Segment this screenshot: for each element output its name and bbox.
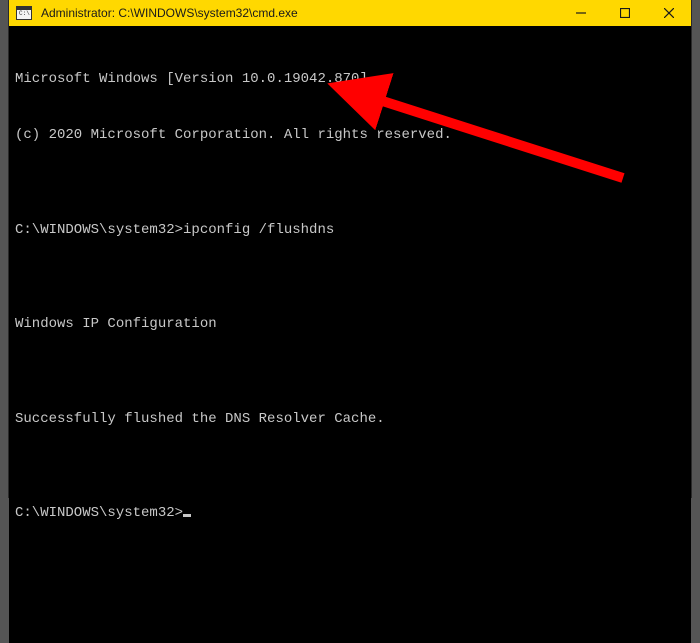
titlebar[interactable]: Administrator: C:\WINDOWS\system32\cmd.e… [9,0,691,26]
terminal-line: (c) 2020 Microsoft Corporation. All righ… [15,126,685,145]
window-title: Administrator: C:\WINDOWS\system32\cmd.e… [39,6,559,20]
titlebar-icon-slot [9,6,39,20]
terminal-prompt-line: C:\WINDOWS\system32> [15,504,685,523]
close-button[interactable] [647,0,691,26]
maximize-button[interactable] [603,0,647,26]
cmd-icon [16,6,32,20]
cmd-window: Administrator: C:\WINDOWS\system32\cmd.e… [8,0,692,498]
close-icon [664,8,674,18]
minimize-button[interactable] [559,0,603,26]
minimize-icon [576,8,586,18]
terminal-line: Windows IP Configuration [15,315,685,334]
terminal-line: Successfully flushed the DNS Resolver Ca… [15,410,685,429]
terminal-body[interactable]: Microsoft Windows [Version 10.0.19042.87… [9,26,691,643]
cursor [183,514,191,517]
maximize-icon [620,8,630,18]
terminal-prompt: C:\WINDOWS\system32> [15,505,183,521]
terminal-line: C:\WINDOWS\system32>ipconfig /flushdns [15,221,685,240]
terminal-line: Microsoft Windows [Version 10.0.19042.87… [15,70,685,89]
